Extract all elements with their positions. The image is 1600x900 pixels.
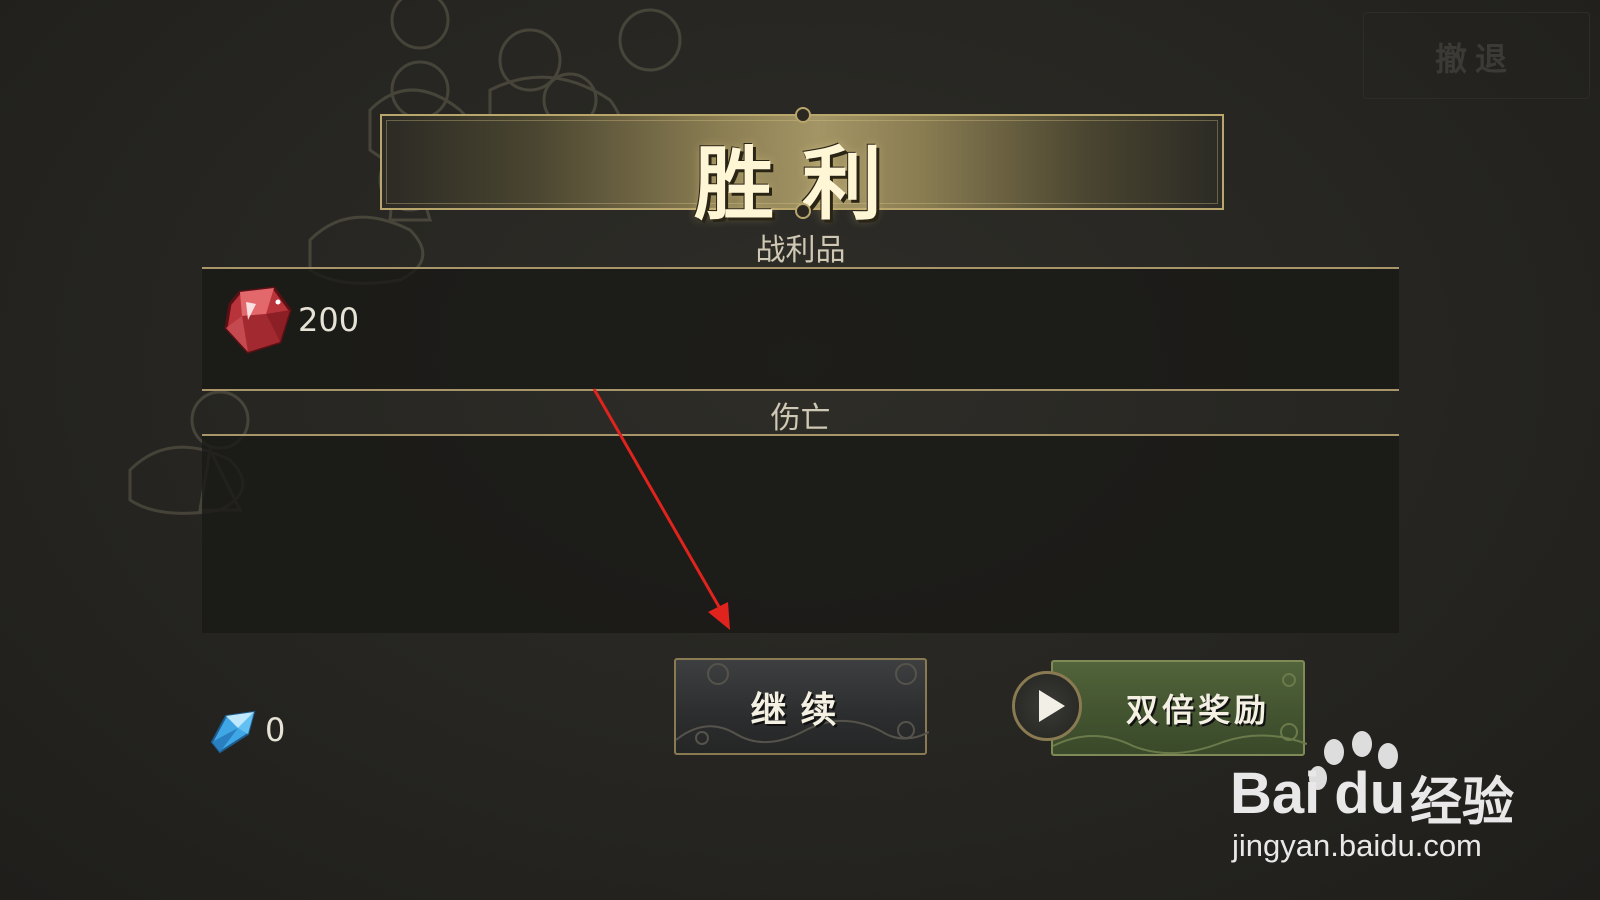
victory-banner: 胜利: [380, 114, 1224, 231]
watermark-brand-latin: Bai: [1230, 761, 1321, 826]
loot-panel: [202, 269, 1399, 389]
continue-label: 继续: [750, 688, 851, 731]
watermark-brand-suffix: du: [1334, 761, 1406, 826]
watermark-brand-cn: 经验: [1410, 773, 1515, 833]
banner-ornament: [795, 107, 811, 123]
loot-item-count: 200: [298, 301, 360, 339]
double-reward-label: 双倍奖励: [1125, 691, 1270, 729]
play-video-icon[interactable]: [1012, 671, 1082, 741]
red-crystal-icon: [224, 286, 292, 354]
battle-result-screen: 撤退 胜利 战利品 200 伤亡 0 继续 双倍奖励 Bai du 经验 jin…: [0, 0, 1600, 900]
divider: [202, 389, 1399, 391]
loot-section-title: 战利品: [755, 233, 846, 268]
continue-button[interactable]: 继续: [674, 658, 929, 755]
watermark-url: jingyan.baidu.com: [1232, 828, 1482, 863]
casualties-panel: [202, 436, 1399, 633]
gem-count: 0: [265, 711, 286, 749]
casualties-section-title: 伤亡: [770, 401, 831, 436]
banner-ornament: [795, 203, 811, 219]
watermark-brand: Bai du: [1230, 760, 1405, 827]
blue-gem-icon: [210, 710, 256, 754]
retreat-label: 撤退: [1435, 40, 1516, 78]
